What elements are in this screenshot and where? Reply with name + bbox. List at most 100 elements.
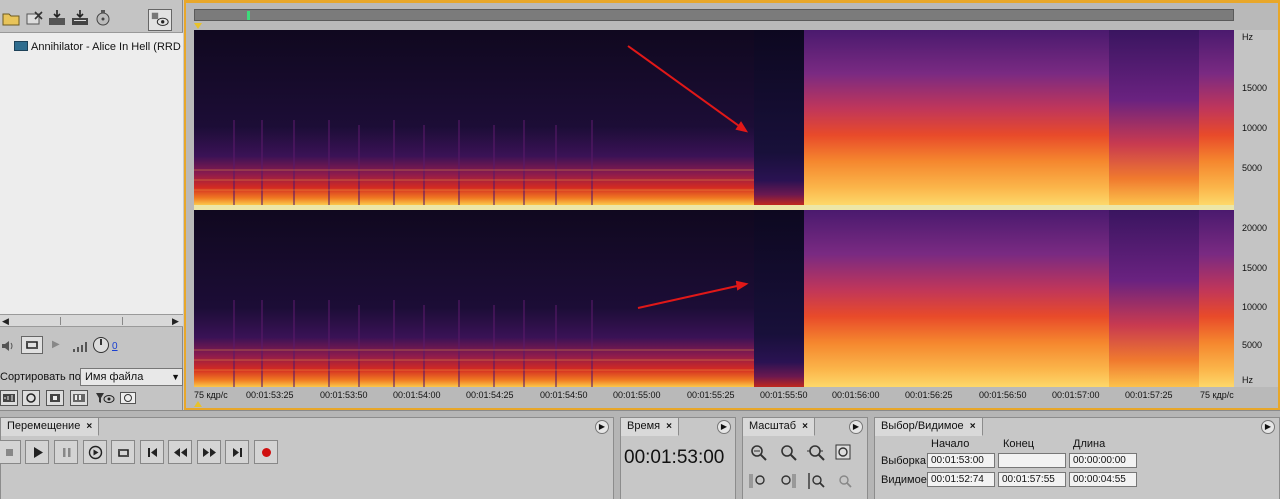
view-length-field[interactable]: 00:00:04:55 [1069, 472, 1137, 487]
zoom-right-edge-icon[interactable] [777, 470, 799, 492]
view-start-field[interactable]: 00:01:52:74 [927, 472, 995, 487]
file-name: Annihilator - Alice In Hell (RRD 94 [31, 41, 197, 53]
play-button[interactable] [25, 440, 49, 464]
speaker-icon[interactable] [0, 338, 16, 357]
playhead-bottom-marker-icon[interactable] [194, 401, 202, 407]
transport-panel: Перемещение × ▶ [0, 417, 614, 499]
freq-label: 15000 [1242, 263, 1268, 273]
zoom-full-icon[interactable] [805, 442, 827, 464]
loop-button[interactable] [111, 440, 135, 464]
tab-transport[interactable]: Перемещение × [1, 418, 100, 436]
zoom-selection-icon[interactable] [833, 442, 855, 464]
selection-end-field[interactable] [998, 453, 1066, 468]
scroll-tick [60, 317, 61, 325]
spectral-view-panel: Hz 15000 10000 5000 20000 15000 10000 50… [184, 0, 1280, 410]
play-from-cursor-button[interactable] [83, 440, 107, 464]
audio-file-icon [14, 41, 28, 51]
goto-start-button[interactable] [140, 440, 164, 464]
stop-button[interactable] [0, 440, 21, 464]
spectrogram[interactable] [194, 30, 1234, 387]
tab-label: Масштаб [749, 420, 797, 432]
files-panel: Annihilator - Alice In Hell (RRD 94 ◀ ▶ … [0, 0, 196, 410]
close-file-icon[interactable] [24, 8, 44, 28]
close-icon[interactable]: × [86, 421, 92, 432]
sort-select[interactable]: Имя файла ▼ [80, 368, 183, 386]
freq-label: 10000 [1242, 123, 1268, 133]
overview-position-marker[interactable] [247, 11, 250, 20]
column-length-label: Длина [1073, 438, 1106, 450]
loop-preview-button[interactable] [21, 336, 43, 354]
filter-preview-icon[interactable] [94, 390, 116, 409]
time-ruler: 75 кдр/с 00:01:53:25 00:01:53:50 00:01:5… [194, 387, 1278, 405]
sort-label: Сортировать по: [0, 371, 84, 383]
zoom-out-horizontal-icon[interactable] [777, 442, 799, 464]
volume-value[interactable]: 0 [112, 341, 118, 352]
tab-zoom[interactable]: Масштаб × [743, 418, 815, 436]
tab-selection-view[interactable]: Выбор/Видимое × [875, 418, 983, 436]
tab-time[interactable]: Время × [621, 418, 679, 436]
record-button[interactable] [254, 440, 278, 464]
open-file-icon[interactable] [1, 8, 21, 28]
goto-end-button[interactable] [225, 440, 249, 464]
column-end-label: Конец [1003, 438, 1035, 450]
time-label: 00:01:53:25 [246, 390, 294, 400]
volume-knob-icon[interactable] [92, 336, 110, 357]
close-icon[interactable]: × [666, 421, 672, 432]
freq-label: 20000 [1242, 223, 1268, 233]
files-toolbar [0, 6, 183, 31]
freq-label: Hz [1242, 32, 1253, 42]
zoom-in-vertical-icon[interactable] [805, 470, 827, 492]
filter-loop-icon[interactable] [22, 390, 40, 406]
time-label: 00:01:57:25 [1125, 390, 1173, 400]
rewind-button[interactable] [168, 440, 192, 464]
preview-controls: ▶ 0 [0, 335, 183, 357]
panel-menu-icon[interactable]: ▶ [595, 420, 609, 434]
playhead-top-marker-icon[interactable] [194, 23, 202, 29]
zoom-out-vertical-icon[interactable] [833, 470, 855, 492]
time-label: 00:01:57:00 [1052, 390, 1100, 400]
zoom-panel: Масштаб × ▶ [742, 417, 868, 499]
freq-label: 5000 [1242, 163, 1263, 173]
horizontal-scrollbar[interactable]: ◀ ▶ [0, 314, 183, 327]
scroll-right-icon[interactable]: ▶ [172, 316, 179, 327]
freq-label: 15000 [1242, 83, 1268, 93]
scroll-left-icon[interactable]: ◀ [2, 316, 9, 327]
close-icon[interactable]: × [802, 421, 808, 432]
fast-forward-button[interactable] [197, 440, 221, 464]
close-icon[interactable]: × [970, 421, 976, 432]
tab-label: Выбор/Видимое [881, 420, 964, 432]
time-label: 00:01:56:50 [979, 390, 1027, 400]
view-end-field[interactable]: 00:01:57:55 [998, 472, 1066, 487]
filter-video-icon[interactable] [46, 390, 64, 406]
filter-cd-icon[interactable] [120, 392, 136, 404]
overview-scrollbar[interactable] [194, 9, 1234, 21]
zoom-in-horizontal-icon[interactable] [747, 442, 769, 464]
time-label: 00:01:54:00 [393, 390, 441, 400]
current-time-display: 00:01:53:00 [624, 447, 725, 468]
time-label: 75 кдр/с [1200, 390, 1234, 400]
freq-label: 5000 [1242, 340, 1263, 350]
panel-menu-icon[interactable]: ▶ [849, 420, 863, 434]
pause-button[interactable] [54, 440, 78, 464]
preview-toggle-icon[interactable] [148, 9, 172, 31]
panel-menu-icon[interactable]: ▶ [717, 420, 731, 434]
insert-icon[interactable] [47, 8, 67, 28]
selection-start-field[interactable]: 00:01:53:00 [927, 453, 995, 468]
insert-multitrack-icon[interactable] [70, 8, 90, 28]
cd-icon[interactable] [93, 8, 113, 28]
tab-label: Перемещение [7, 420, 81, 432]
time-label: 00:01:56:25 [905, 390, 953, 400]
selection-length-field[interactable]: 00:00:00:00 [1069, 453, 1137, 468]
play-preview-icon[interactable]: ▶ [52, 339, 60, 350]
file-list-item[interactable]: Annihilator - Alice In Hell (RRD 94 [14, 41, 196, 53]
time-label: 00:01:55:00 [613, 390, 661, 400]
bottom-dock: Перемещение × ▶ Время × ▶ 00:01:53:00 Масш… [0, 410, 1280, 499]
panel-menu-icon[interactable]: ▶ [1261, 420, 1275, 434]
filter-waveform-icon[interactable] [0, 390, 18, 406]
row-selection-label: Выборка [881, 455, 926, 467]
filter-midi-icon[interactable] [70, 390, 88, 406]
column-start-label: Начало [931, 438, 970, 450]
time-label: 00:01:53:50 [320, 390, 368, 400]
scroll-tick [122, 317, 123, 325]
zoom-left-edge-icon[interactable] [747, 470, 769, 492]
